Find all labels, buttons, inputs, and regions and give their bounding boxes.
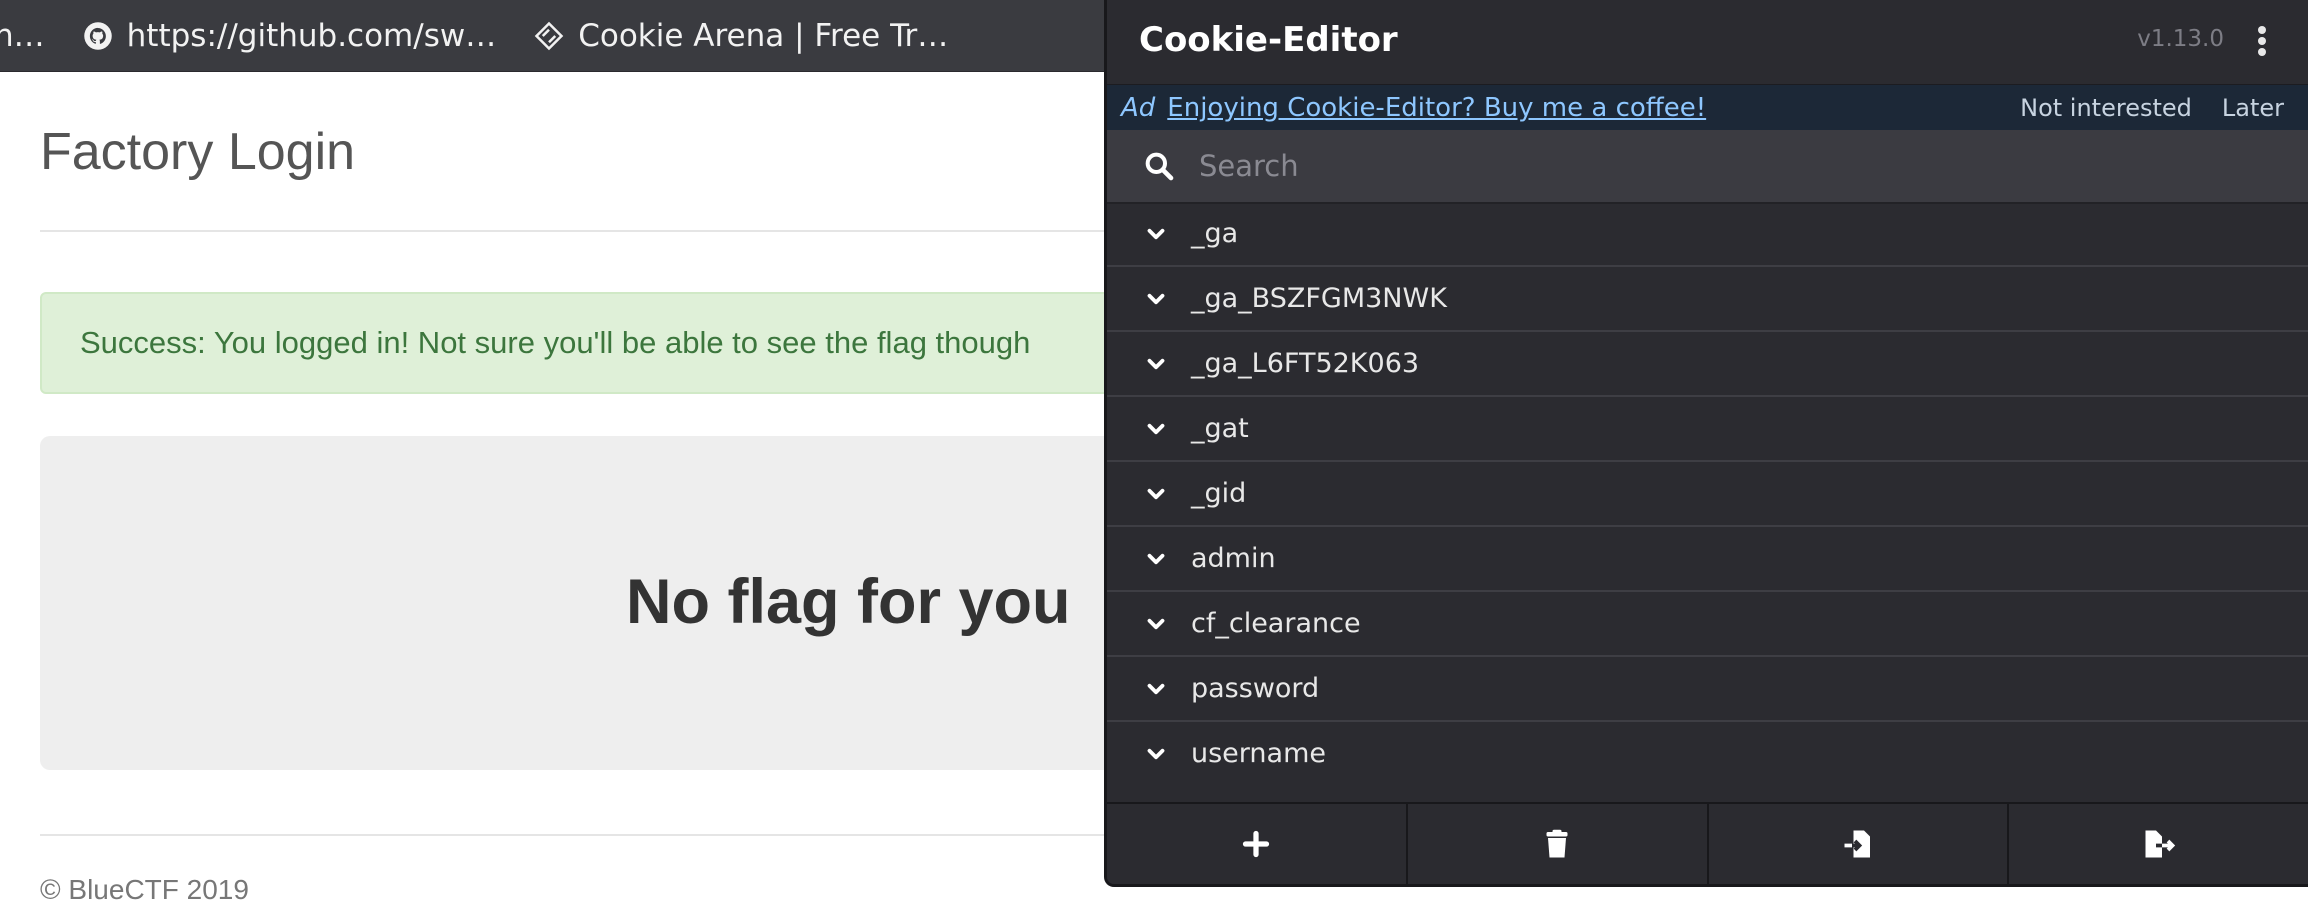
cookie-name: username [1191,738,1326,769]
popup-title: Cookie-Editor [1139,20,1398,60]
footer-text: © BlueCTF 2019 [40,874,249,905]
cookie-row[interactable]: cf_clearance [1107,592,2308,657]
page-title: Factory Login [40,123,356,181]
cookie-row[interactable]: _ga_BSZFGM3NWK [1107,267,2308,332]
import-icon [1844,830,1870,858]
chevron-down-icon [1147,748,1165,759]
search-bar [1107,130,2308,204]
not-interested-button[interactable]: Not interested [2020,94,2192,122]
chevron-down-icon [1147,293,1165,304]
cookie-name: _gid [1191,478,1247,509]
cookie-name: _ga [1191,218,1239,249]
ad-banner: Ad Enjoying Cookie-Editor? Buy me a coff… [1107,84,2308,131]
alert-text: Success: You logged in! Not sure you'll … [80,325,1031,360]
ad-tag: Ad [1121,93,1156,123]
version-label: v1.13.0 [2137,26,2224,52]
bookmark-label: Cookie Arena | Free Tr… [578,17,949,54]
add-cookie-button[interactable] [1107,804,1408,884]
delete-all-button[interactable] [1408,804,1709,884]
export-icon [2145,830,2175,858]
chevron-down-icon [1147,553,1165,564]
trash-icon [1546,829,1568,858]
chevron-down-icon [1147,683,1165,694]
cookie-row[interactable]: _ga_L6FT52K063 [1107,332,2308,397]
search-icon [1145,152,1174,181]
chevron-down-icon [1147,618,1165,629]
bookmark-label: n… [0,17,45,54]
cookie-name: _gat [1191,413,1249,444]
cookie-row[interactable]: _ga [1107,202,2308,267]
import-button[interactable] [1709,804,2010,884]
chevron-down-icon [1147,228,1165,239]
cookie-list: _ga _ga_BSZFGM3NWK _ga_L6FT52K063 _gat _… [1107,202,2308,785]
chevron-down-icon [1147,423,1165,434]
ad-actions: Not interested Later [2020,94,2284,122]
chevron-down-icon [1147,358,1165,369]
cookie-row[interactable]: password [1107,657,2308,722]
cookie-editor-popup: Cookie-Editor v1.13.0 Ad Enjoying Cookie… [1104,0,2308,887]
cookie-name: cf_clearance [1191,608,1361,639]
search-input[interactable] [1197,148,2308,184]
cookie-name: password [1191,673,1320,704]
bookmark-item-0[interactable]: n… [0,18,45,54]
popup-header: Cookie-Editor v1.13.0 [1107,0,2308,84]
later-button[interactable]: Later [2222,94,2284,122]
plus-icon [1243,830,1270,858]
popup-footer [1107,802,2308,884]
cookie-row[interactable]: admin [1107,527,2308,592]
cookie-arena-icon [532,19,566,53]
chevron-down-icon [1147,488,1165,499]
bookmark-item-cookie-arena[interactable]: Cookie Arena | Free Tr… [532,18,948,54]
kebab-menu-icon[interactable] [2256,26,2268,56]
cookie-row[interactable]: username [1107,722,2308,785]
bookmark-label: https://github.com/sw… [126,17,497,54]
bookmark-item-github[interactable]: https://github.com/sw… [81,17,497,54]
no-flag-message: No flag for you [626,567,1071,637]
cookie-name: _ga_L6FT52K063 [1191,348,1420,379]
buy-coffee-link[interactable]: Enjoying Cookie-Editor? Buy me a coffee! [1167,93,1706,123]
export-button[interactable] [2009,804,2308,884]
cookie-row[interactable]: _gid [1107,462,2308,527]
cookie-row[interactable]: _gat [1107,397,2308,462]
cookie-name: admin [1191,543,1276,574]
cookie-name: _ga_BSZFGM3NWK [1191,283,1447,314]
github-icon [81,19,115,53]
